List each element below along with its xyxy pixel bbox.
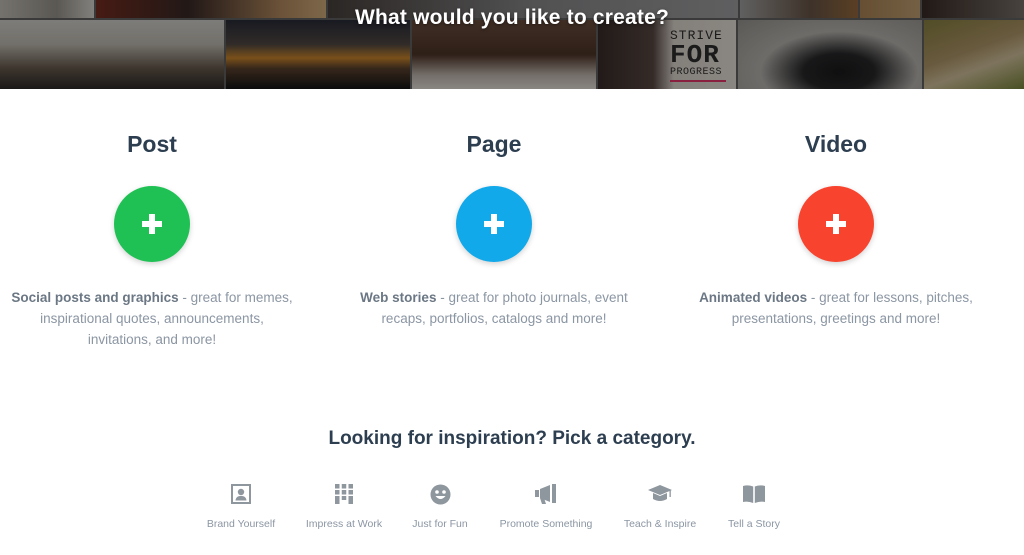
banner-photo	[226, 20, 410, 89]
plus-icon	[484, 214, 504, 234]
book-icon	[699, 482, 809, 506]
banner-title: What would you like to create?	[354, 6, 670, 29]
category-tell-a-story[interactable]: Tell a Story	[699, 482, 809, 530]
option-post: Post Social posts and graphics - great f…	[2, 128, 302, 350]
option-description-bold: Animated videos	[699, 290, 808, 305]
hero-banner: STRIVE FOR PROGRESS What would you like …	[0, 0, 1024, 89]
banner-photo	[0, 20, 224, 89]
plus-icon	[142, 214, 162, 234]
category-label: Impress at Work	[305, 518, 383, 530]
poster-underline	[670, 80, 726, 82]
inspiration-title: Looking for inspiration? Pick a category…	[328, 428, 696, 449]
banner-poster: STRIVE FOR PROGRESS	[670, 29, 726, 82]
category-impress-at-work[interactable]: Impress at Work	[289, 482, 399, 530]
smiley-icon	[385, 482, 495, 506]
create-page-button[interactable]	[456, 186, 532, 262]
category-label: Tell a Story	[728, 518, 780, 530]
category-label: Just for Fun	[412, 518, 468, 530]
category-label: Brand Yourself	[206, 518, 276, 530]
option-video: Video Animated videos - great for lesson…	[686, 128, 986, 329]
option-title: Post	[127, 131, 177, 157]
option-description: Social posts and graphics - great for me…	[2, 287, 302, 350]
banner-photo	[412, 20, 596, 89]
banner-photo	[924, 20, 1024, 89]
option-description-bold: Social posts and graphics	[11, 290, 179, 305]
option-page: Page Web stories - great for photo journ…	[344, 128, 644, 329]
category-just-for-fun[interactable]: Just for Fun	[385, 482, 495, 530]
megaphone-icon	[491, 482, 601, 506]
option-title: Video	[804, 131, 868, 157]
plus-icon	[826, 214, 846, 234]
create-post-button[interactable]	[114, 186, 190, 262]
poster-line: FOR	[670, 40, 720, 70]
option-title: Page	[466, 131, 522, 157]
create-video-button[interactable]	[798, 186, 874, 262]
poster-line: PROGRESS	[670, 67, 723, 78]
category-promote-something[interactable]: Promote Something	[491, 482, 601, 530]
option-description: Animated videos - great for lessons, pit…	[686, 287, 986, 329]
building-icon	[289, 482, 399, 506]
category-brand-yourself[interactable]: Brand Yourself	[186, 482, 296, 530]
banner-photo	[738, 20, 922, 89]
option-description: Web stories - great for photo journals, …	[344, 287, 644, 329]
category-label: Promote Something	[499, 518, 593, 530]
option-description-bold: Web stories	[360, 290, 437, 305]
portrait-icon	[186, 482, 296, 506]
